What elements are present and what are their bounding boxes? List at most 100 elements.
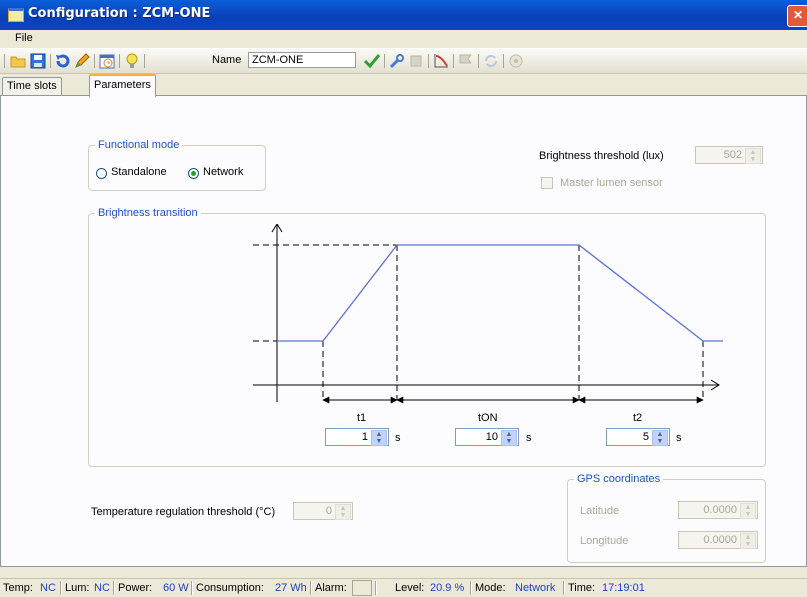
latitude-spinner[interactable]: 0.0000 ▲ ▼: [678, 501, 758, 519]
spinner-arrows-icon[interactable]: ▲ ▼: [371, 430, 387, 446]
menu-bar: File: [0, 30, 807, 49]
status-power-label: Power:: [118, 582, 153, 594]
t2-spinner[interactable]: 5 ▲ ▼: [606, 428, 670, 446]
ton-unit: s: [526, 432, 532, 444]
spinner-arrows-icon[interactable]: ▲ ▼: [501, 430, 517, 446]
latitude-label: Latitude: [580, 505, 620, 517]
stop-icon[interactable]: [408, 53, 424, 69]
toolbar-grip: [4, 54, 5, 68]
master-lumen-sensor-label: Master lumen sensor: [560, 177, 663, 189]
status-separator: [191, 581, 193, 595]
temperature-threshold-value: 0: [325, 505, 332, 517]
brightness-transition-legend: Brightness transition: [95, 207, 201, 219]
t1-unit: s: [395, 432, 401, 444]
spinner-arrows-icon[interactable]: ▲ ▼: [335, 504, 351, 520]
title-bar: Configuration : ZCM-ONE ✕: [0, 0, 807, 30]
close-button[interactable]: ✕: [787, 5, 807, 27]
toolbar-separator: [428, 54, 429, 68]
gps-coordinates-legend: GPS coordinates: [574, 473, 664, 485]
tab-parameters[interactable]: Parameters: [89, 74, 156, 97]
status-mode-label: Mode:: [475, 582, 506, 594]
status-temp-label: Temp:: [3, 582, 33, 594]
status-consumption-label: Consumption:: [196, 582, 264, 594]
save-icon[interactable]: [30, 53, 46, 69]
status-separator: [113, 581, 115, 595]
network-radio[interactable]: [188, 168, 199, 179]
brightness-threshold-label: Brightness threshold (lux): [539, 150, 664, 162]
longitude-label: Longitude: [580, 535, 629, 547]
brightness-threshold-spinner[interactable]: 502 ▲ ▼: [695, 146, 763, 164]
status-temp-value: NC: [40, 582, 56, 594]
status-lum-label: Lum:: [65, 582, 90, 594]
status-level-label: Level:: [395, 582, 425, 594]
lightbulb-icon[interactable]: [124, 53, 140, 69]
edit-pencil-icon[interactable]: [74, 53, 90, 69]
open-folder-icon[interactable]: [10, 53, 26, 69]
wrench-icon[interactable]: [389, 53, 405, 69]
functional-mode-group: Functional mode Standalone Network: [88, 139, 266, 191]
brightness-threshold-value: 502: [723, 149, 742, 161]
status-mode-value: Network: [515, 582, 556, 594]
curve-chart-icon[interactable]: [433, 53, 449, 69]
standalone-label: Standalone: [111, 166, 167, 178]
brightness-curve: [277, 244, 723, 342]
alarm-indicator: [352, 580, 372, 596]
t2-label: t2: [633, 412, 643, 424]
t2-value: 5: [642, 431, 649, 443]
ton-spinner[interactable]: 10 ▲ ▼: [455, 428, 519, 446]
longitude-spinner[interactable]: 0.0000 ▲ ▼: [678, 531, 758, 549]
name-input[interactable]: [248, 52, 356, 68]
ton-label: tON: [478, 412, 498, 424]
toolbar-separator: [384, 54, 385, 68]
parameters-panel: Functional mode Standalone Network Brigh…: [0, 95, 807, 567]
tab-time-slots[interactable]: Time slots: [2, 77, 62, 95]
status-separator: [375, 581, 377, 595]
toolbar-separator: [50, 54, 51, 68]
temperature-threshold-spinner[interactable]: 0 ▲ ▼: [293, 502, 353, 520]
status-consumption-value: 27 Wh: [275, 582, 307, 594]
toolbar-separator: [119, 54, 120, 68]
status-separator: [60, 581, 62, 595]
toolbar-separator: [94, 54, 95, 68]
toolbar-separator: [478, 54, 479, 68]
brightness-transition-diagram: [253, 224, 723, 404]
flag-icon[interactable]: [458, 53, 474, 69]
status-bar: Temp: NC Lum: NC Power: 60 W Consumption…: [0, 578, 807, 597]
calendar-clock-icon[interactable]: [99, 53, 115, 69]
status-level-value: 20.9 %: [430, 582, 465, 594]
help-circle-icon[interactable]: [508, 53, 524, 69]
toolbar-separator: [453, 54, 454, 68]
spinner-arrows-icon[interactable]: ▲ ▼: [740, 503, 756, 519]
t1-label: t1: [357, 412, 367, 424]
window-title: Configuration : ZCM-ONE: [28, 6, 211, 21]
spinner-arrows-icon[interactable]: ▲ ▼: [740, 533, 756, 549]
latitude-value: 0.0000: [703, 504, 737, 516]
standalone-radio[interactable]: [96, 168, 107, 179]
status-time-label: Time:: [568, 582, 596, 594]
temperature-threshold-label: Temperature regulation threshold (°C): [91, 506, 276, 518]
toolbar: Name: [0, 49, 807, 74]
network-label: Network: [203, 166, 244, 178]
tab-strip: Time slots Parameters: [0, 74, 807, 97]
checkmark-icon[interactable]: [364, 53, 380, 69]
app-icon: [8, 8, 24, 22]
name-label: Name: [212, 54, 242, 66]
gps-coordinates-group: GPS coordinates Latitude 0.0000 ▲ ▼ Longi…: [567, 473, 766, 563]
menu-file[interactable]: File: [12, 32, 36, 44]
status-alarm-label: Alarm:: [315, 582, 347, 594]
t2-unit: s: [676, 432, 682, 444]
t1-value: 1: [361, 431, 368, 443]
longitude-value: 0.0000: [703, 534, 737, 546]
spinner-arrows-icon[interactable]: ▲ ▼: [745, 148, 761, 164]
t1-spinner[interactable]: 1 ▲ ▼: [325, 428, 389, 446]
refresh-icon[interactable]: [483, 53, 499, 69]
spinner-arrows-icon[interactable]: ▲ ▼: [652, 430, 668, 446]
master-lumen-sensor-checkbox[interactable]: [541, 177, 553, 189]
status-separator: [563, 581, 565, 595]
status-separator: [470, 581, 472, 595]
undo-icon[interactable]: [55, 53, 71, 69]
status-time-value: 17:19:01: [602, 582, 645, 594]
status-power-value: 60 W: [163, 582, 189, 594]
toolbar-separator: [503, 54, 504, 68]
status-separator: [310, 581, 312, 595]
